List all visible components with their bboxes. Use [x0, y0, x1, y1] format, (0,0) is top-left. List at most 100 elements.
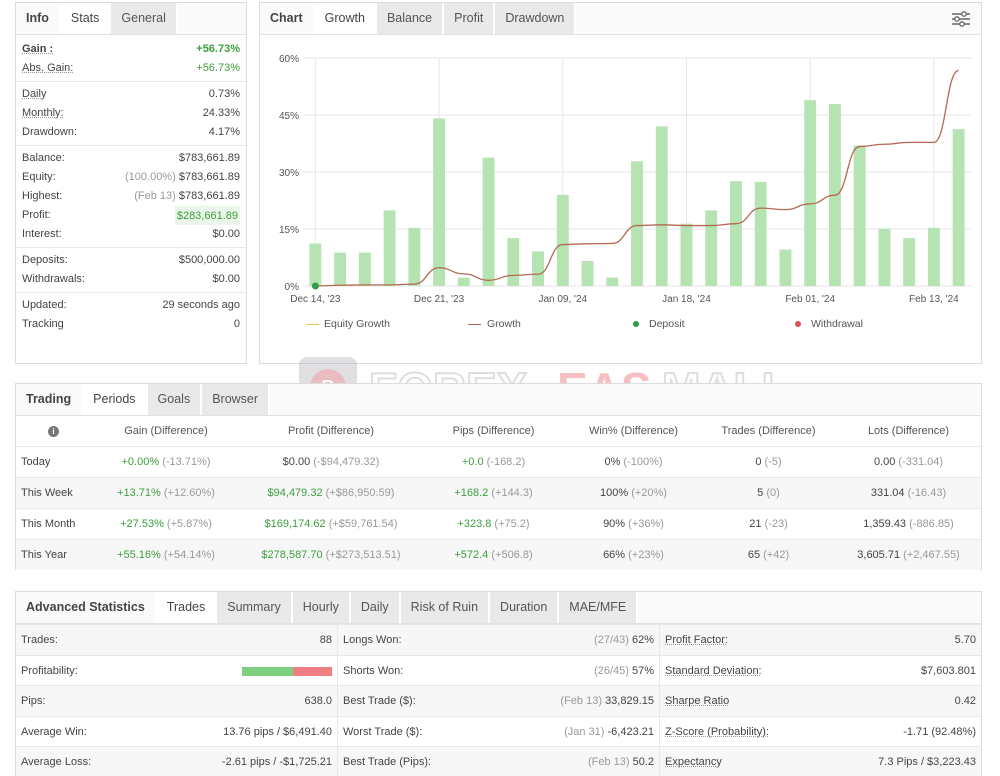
stat-label[interactable]: Z-Score (Probability): — [665, 717, 769, 747]
pips-cell: +0.0 — [461, 455, 484, 468]
stat-value: -1.71 (92.48%) — [903, 725, 976, 738]
growth-bar[interactable] — [804, 100, 817, 287]
period-row-this-month: This Month +27.53% (+5.87%) $169,174.62 … — [16, 507, 981, 539]
equity-growth-legend-label[interactable]: Equity Growth — [324, 318, 390, 330]
stat-row: Z-Score (Probability): -1.71 (92.48%) — [660, 715, 981, 747]
lots-diff: (+2,467.55) — [903, 548, 960, 561]
pips-diff: (+144.3) — [491, 486, 533, 499]
stat-value: 0.42 — [954, 695, 976, 707]
growth-bar[interactable] — [358, 252, 371, 286]
growth-bar[interactable] — [581, 260, 594, 286]
deposit-legend-dot — [633, 321, 639, 327]
advanced-stats-panel: Advanced Statistics Trades Summary Hourl… — [15, 591, 982, 776]
gain-diff: (+54.14%) — [163, 548, 215, 561]
col-win: Win% (Difference) — [588, 424, 679, 437]
stat-note: (Feb 13) — [587, 756, 630, 768]
gain-cell: +55.16% — [117, 548, 161, 561]
gain-cell: +13.71% — [117, 486, 161, 499]
deposit-legend-label[interactable]: Deposit — [649, 318, 685, 330]
growth-bar[interactable] — [457, 277, 470, 286]
growth-bar[interactable] — [482, 157, 495, 286]
growth-bar[interactable] — [927, 227, 940, 286]
stat-label[interactable]: Standard Deviation: — [665, 656, 762, 686]
tab-mae-mfe[interactable]: MAE/MFE — [559, 592, 639, 623]
growth-bar[interactable] — [309, 243, 322, 286]
stat-row: Pips: 638.0 — [16, 685, 337, 716]
lots-diff: (-331.04) — [898, 455, 944, 468]
x-tick-label: Dec 21, '23 — [414, 294, 465, 305]
win-diff: (+36%) — [628, 517, 664, 530]
stat-value: 88 — [319, 634, 332, 646]
tab-daily[interactable]: Daily — [350, 592, 401, 623]
profit-cell: $278,587.70 — [261, 548, 323, 561]
growth-bar[interactable] — [655, 126, 668, 287]
col-profit: Profit (Difference) — [288, 424, 374, 437]
stat-label[interactable]: Expectancy — [665, 747, 722, 776]
profitability-bar — [242, 666, 332, 676]
stat-note: (27/43) — [594, 634, 629, 646]
tab-summary[interactable]: Summary — [217, 592, 293, 623]
growth-bar[interactable] — [680, 223, 693, 286]
growth-bar[interactable] — [952, 129, 965, 286]
advanced-tabbar: Advanced Statistics Trades Summary Hourl… — [16, 592, 981, 624]
stat-row: Expectancy 7.3 Pips / $3,223.43 — [660, 746, 981, 776]
growth-bar[interactable] — [853, 145, 866, 286]
x-tick-label: Jan 09, '24 — [538, 294, 587, 305]
stat-label[interactable]: Sharpe Ratio — [665, 686, 729, 716]
periods-tabbar: Trading Periods Goals Browser — [16, 384, 981, 416]
tab-duration[interactable]: Duration — [490, 592, 560, 623]
gain-diff: (+12.60%) — [163, 486, 215, 499]
stat-value: $7,603.801 — [920, 664, 976, 677]
stat-label: Shorts Won: — [343, 664, 404, 677]
growth-bar[interactable] — [631, 161, 643, 286]
growth-bar[interactable] — [903, 238, 916, 286]
profit-diff: (+$59,761.54) — [328, 517, 398, 530]
profit-diff: (+$273,513.51) — [325, 548, 401, 561]
tab-periods[interactable]: Periods — [83, 384, 148, 415]
growth-bar[interactable] — [334, 252, 347, 286]
stat-value: 13.76 pips / $6,491.40 — [223, 725, 332, 738]
growth-bar[interactable] — [383, 210, 396, 286]
profit-diff: (+$86,950.59) — [325, 486, 395, 499]
deposit-marker[interactable] — [311, 282, 319, 290]
growth-bar[interactable] — [408, 227, 421, 286]
growth-bar[interactable] — [556, 194, 569, 286]
lots-diff: (-16.43) — [907, 486, 947, 499]
trades-cell: 21 — [749, 517, 762, 530]
growth-bar[interactable] — [878, 228, 891, 286]
tab-trades[interactable]: Trades — [156, 592, 218, 623]
stat-row: Standard Deviation: $7,603.801 — [660, 654, 981, 686]
stat-label[interactable]: Profit Factor: — [665, 625, 728, 655]
trades-diff: (+42) — [763, 548, 790, 561]
growth-bar[interactable] — [532, 251, 544, 286]
stat-value: 7.3 Pips / $3,223.43 — [878, 756, 976, 768]
x-tick-label: Feb 13, '24 — [909, 294, 959, 305]
gain-diff: (+5.87%) — [166, 517, 212, 530]
growth-bar[interactable] — [507, 238, 520, 286]
tab-hourly[interactable]: Hourly — [292, 592, 351, 623]
growth-bar[interactable] — [730, 181, 742, 286]
growth-bar[interactable] — [606, 277, 619, 286]
tab-risk-of-ruin[interactable]: Risk of Ruin — [400, 592, 491, 623]
tab-advanced-statistics[interactable]: Advanced Statistics — [16, 592, 157, 623]
growth-bar[interactable] — [705, 210, 718, 286]
growth-bar[interactable] — [779, 249, 792, 286]
profitability-win-segment — [242, 666, 294, 676]
row-label: This Month — [16, 507, 91, 539]
tab-trading[interactable]: Trading — [16, 384, 84, 415]
pips-diff: (+75.2) — [494, 517, 530, 530]
col-lots: Lots (Difference) — [867, 424, 950, 437]
info-icon[interactable]: i — [16, 416, 91, 446]
win-cell: 0% — [604, 455, 621, 468]
stat-value: -6,423.21 — [607, 725, 654, 738]
withdrawal-legend-label[interactable]: Withdrawal — [811, 318, 863, 330]
chart-legend-growth: Growth — [468, 318, 521, 330]
growth-bar[interactable] — [433, 118, 446, 286]
growth-legend-label[interactable]: Growth — [487, 318, 521, 330]
tab-goals[interactable]: Goals — [147, 384, 203, 415]
lots-cell: 0.00 — [873, 455, 896, 468]
tab-browser[interactable]: Browser — [202, 384, 271, 415]
lots-cell: 3,605.71 — [857, 548, 901, 561]
stat-label: Longs Won: — [343, 634, 402, 646]
growth-bar[interactable] — [754, 181, 767, 286]
